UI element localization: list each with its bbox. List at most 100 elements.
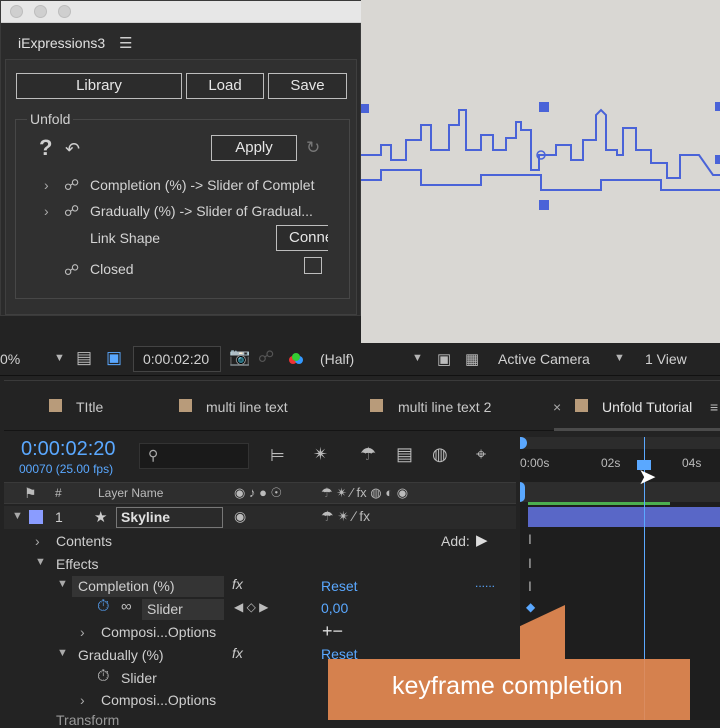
slider-value[interactable]: 0,00 <box>321 600 348 616</box>
add-menu-icon[interactable]: ▶ <box>476 531 488 549</box>
zoom-window-button[interactable] <box>58 5 71 18</box>
dots-link[interactable]: ...... <box>475 576 495 590</box>
stopwatch-icon[interactable]: ⏱ <box>97 598 109 616</box>
expand-arrow-icon[interactable]: ▼ <box>12 510 23 522</box>
slider-property[interactable]: Slider <box>147 601 183 617</box>
graph-icon[interactable]: ∞ <box>121 598 132 615</box>
layer-column-header: ⚑ # Layer Name ◉ ♪ ● ☉ ☂ ✴ ∕ fx ◍ ◐ ◉ <box>4 482 516 504</box>
window-titlebar <box>1 1 362 23</box>
zoom-select[interactable]: 0% <box>0 351 20 367</box>
stopwatch-icon[interactable]: ⏱ <box>97 668 109 686</box>
graph-editor-icon[interactable]: ⌖ <box>476 444 486 465</box>
collapse-arrow-icon[interactable]: ▼ <box>35 556 46 568</box>
composition-flowchart-icon[interactable]: ⊨ <box>270 446 285 466</box>
tab-unfold-tutorial[interactable]: Unfold Tutorial <box>602 399 692 415</box>
region-of-interest-icon[interactable]: ▤ <box>76 348 92 368</box>
effect-gradually[interactable]: Gradually (%) <box>78 647 164 663</box>
close-window-button[interactable] <box>10 5 23 18</box>
resolution-select[interactable]: (Half) <box>320 351 354 367</box>
collapse-arrow-icon[interactable]: ▼ <box>57 647 68 659</box>
tab-multi-line-text-2[interactable]: multi line text 2 <box>398 399 491 415</box>
label-tag-icon[interactable]: ⚑ <box>24 485 37 502</box>
compositing-options[interactable]: Composi...Options <box>101 624 216 640</box>
save-button[interactable]: Save <box>268 73 347 99</box>
apply-button[interactable]: Apply <box>211 135 297 161</box>
reset-icon[interactable]: ↶ <box>65 139 80 160</box>
transform-group[interactable]: Transform <box>56 712 119 728</box>
column-layer-name[interactable]: Layer Name <box>98 486 163 500</box>
link-shape-label: Link Shape <box>90 230 161 246</box>
keyframe-navigator-icons[interactable]: ◀ ◇ ▶ <box>234 600 268 614</box>
active-tab-underline <box>554 428 720 431</box>
column-number[interactable]: # <box>55 486 62 500</box>
tab-color-swatch <box>179 399 192 412</box>
expand-arrow-icon[interactable]: › <box>44 203 49 219</box>
motion-blur-icon[interactable]: ◍ <box>432 444 448 465</box>
closed-label: Closed <box>90 261 134 277</box>
transparency-grid-icon[interactable]: ▣ <box>106 348 122 368</box>
shy-layers-icon[interactable]: ☂ <box>360 444 376 465</box>
expand-arrow-icon[interactable]: › <box>80 692 85 708</box>
effect-completion[interactable]: Completion (%) <box>78 578 174 594</box>
closed-checkbox[interactable] <box>304 257 322 274</box>
minimize-window-button[interactable] <box>34 5 47 18</box>
checkerboard-icon[interactable]: ▦ <box>465 350 479 368</box>
link-gradually[interactable]: Gradually (%) -> Slider of Gradual... <box>90 203 328 219</box>
av-switches-icons: ◉ ♪ ● ☉ <box>234 485 283 500</box>
expand-arrow-icon[interactable]: › <box>35 533 40 549</box>
panel-menu-icon[interactable]: ≡ <box>710 399 718 415</box>
viewer-timecode[interactable]: 0:00:02:20 <box>133 346 221 372</box>
search-icon: ⚲ <box>148 447 159 463</box>
connect-button[interactable]: Conne <box>276 225 328 251</box>
chevron-down-icon[interactable]: ▼ <box>412 352 423 364</box>
library-button[interactable]: Library <box>16 73 182 99</box>
link-completion[interactable]: Completion (%) -> Slider of Complet <box>90 177 328 193</box>
camera-icon[interactable]: 📷 <box>229 347 250 367</box>
contents-group[interactable]: Contents <box>56 533 112 549</box>
star-icon: ★ <box>94 509 108 526</box>
refresh-icon[interactable]: ↻ <box>306 138 320 158</box>
timeline-timecode[interactable]: 0:00:02:20 <box>21 438 116 461</box>
reset-completion[interactable]: Reset <box>321 578 358 594</box>
draft-3d-icon[interactable]: ✴ <box>313 444 328 465</box>
fx-icon[interactable]: fx <box>232 645 243 661</box>
frame-info: 00070 (25.00 fps) <box>19 462 114 476</box>
add-remove-mask-buttons[interactable]: +− <box>322 621 343 642</box>
effects-group[interactable]: Effects <box>56 556 99 572</box>
slider-property-2[interactable]: Slider <box>121 670 157 686</box>
layer-number: 1 <box>55 509 63 525</box>
layer-switches-row[interactable]: ☂ ✴ ∕ fx <box>321 508 370 525</box>
tab-color-swatch <box>370 399 383 412</box>
layer-row[interactable]: ▼ 1 ★ Skyline ◉ ☂ ✴ ∕ fx <box>4 506 516 529</box>
link-icon: ☍ <box>64 203 80 220</box>
help-icon[interactable]: ? <box>39 135 52 161</box>
compositing-options-2[interactable]: Composi...Options <box>101 692 216 708</box>
layer-color-label[interactable] <box>29 510 43 524</box>
layer-switches-icons: ☂ ✴ ∕ fx ◍ ◐ ◉ <box>321 485 409 500</box>
tab-multi-line-text[interactable]: multi line text <box>206 399 288 415</box>
collapse-arrow-icon[interactable]: ▼ <box>57 578 68 590</box>
frame-blending-icon[interactable]: ▤ <box>396 444 413 465</box>
tab-color-swatch <box>49 399 62 412</box>
layer-search-input[interactable]: ⚲ <box>139 443 249 469</box>
visibility-eye-icon[interactable]: ◉ <box>234 508 246 525</box>
tab-title[interactable]: TItle <box>76 399 103 415</box>
camera-select[interactable]: Active Camera <box>498 351 590 367</box>
load-button[interactable]: Load <box>186 73 264 99</box>
expand-arrow-icon[interactable]: › <box>80 624 85 640</box>
composition-viewer[interactable] <box>361 0 720 343</box>
add-label: Add: <box>441 533 470 549</box>
close-tab-icon[interactable]: × <box>553 399 561 415</box>
link-icon: ☍ <box>64 177 80 194</box>
layer-name[interactable]: Skyline <box>116 507 223 528</box>
skyline-shape <box>361 102 720 210</box>
views-select[interactable]: 1 View <box>645 351 687 367</box>
fast-preview-icon[interactable]: ▣ <box>437 350 451 368</box>
chevron-down-icon[interactable]: ▼ <box>614 352 625 364</box>
chevron-down-icon[interactable]: ▼ <box>54 352 65 364</box>
link-icon[interactable]: ☍ <box>258 347 274 367</box>
expand-arrow-icon[interactable]: › <box>44 177 49 193</box>
fx-icon[interactable]: fx <box>232 576 243 592</box>
color-channels-icon[interactable] <box>289 353 303 367</box>
hamburger-icon[interactable]: ☰ <box>119 34 132 52</box>
